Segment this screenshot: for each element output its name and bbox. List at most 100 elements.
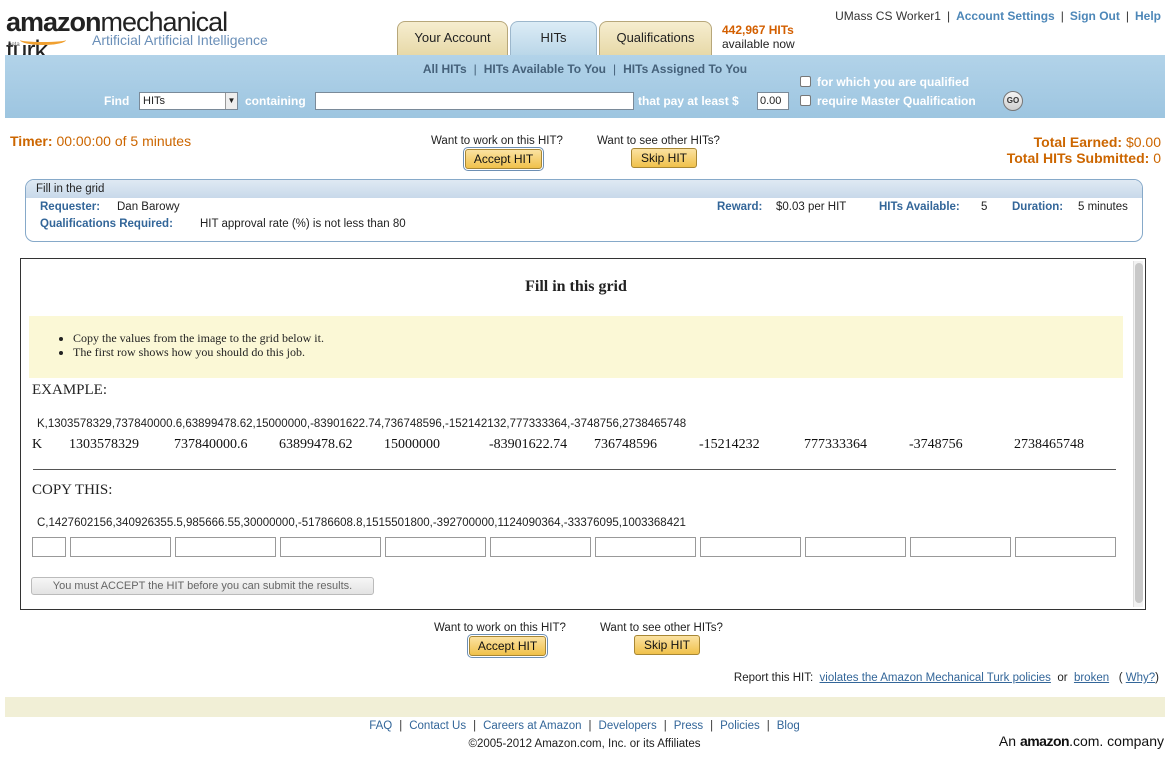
report-or: or (1057, 672, 1068, 684)
pay-input[interactable]: 0.00 (757, 92, 789, 110)
want-work-label-bottom: Want to work on this HIT? (434, 622, 566, 634)
copyright: ©2005-2012 Amazon.com, Inc. or its Affil… (468, 738, 701, 750)
qualifications-value: HIT approval rate (%) is not less than 8… (200, 218, 406, 230)
grid-input-cell[interactable] (595, 537, 696, 557)
find-select[interactable]: HITs ▼ (139, 92, 238, 110)
scrollbar-thumb[interactable] (1135, 263, 1143, 603)
containing-label: containing (245, 94, 306, 108)
find-select-value: HITs (143, 95, 165, 107)
example-cell: 737840000.6 (174, 437, 248, 452)
tab-your-account[interactable]: Your Account (397, 21, 508, 55)
report-broken-link[interactable]: broken (1074, 672, 1109, 684)
footer-link-press[interactable]: Press (674, 720, 703, 732)
frame-scrollbar[interactable] (1133, 261, 1143, 607)
accept-hit-button-bottom[interactable]: Accept HIT (467, 634, 548, 658)
divider (33, 469, 1116, 470)
instructions-box: Copy the values from the image to the gr… (29, 316, 1123, 378)
hits-count-suffix: available now (722, 37, 795, 51)
report-policies-link[interactable]: violates the Amazon Mechanical Turk poli… (820, 672, 1051, 684)
company-prefix: An (998, 733, 1017, 749)
footer-band (5, 697, 1165, 717)
example-cell: 1303578329 (69, 437, 139, 452)
example-cell: 63899478.62 (279, 437, 353, 452)
help-link[interactable]: Help (1135, 9, 1161, 23)
grid-input-cell[interactable] (175, 537, 276, 557)
tab-hits[interactable]: HITs (510, 21, 597, 56)
report-label: Report this HIT: (733, 672, 814, 684)
company-suffix: .com. company (1069, 733, 1164, 749)
master-checkbox[interactable] (800, 95, 811, 106)
example-cell: -3748756 (909, 437, 963, 452)
subnav-assigned[interactable]: HITs Assigned To You (623, 62, 747, 76)
footer-link-faq[interactable]: FAQ (369, 720, 392, 732)
total-submitted-label: Total HITs Submitted: (1006, 150, 1150, 166)
example-raw-values: K,1303578329,737840000.6,63899478.62,150… (37, 418, 687, 430)
report-why-link[interactable]: Why? (1126, 672, 1155, 684)
totals: Total Earned: $0.00 Total HITs Submitted… (1007, 134, 1161, 166)
submit-disabled-button[interactable]: You must ACCEPT the HIT before you can s… (31, 577, 374, 595)
sign-out-link[interactable]: Sign Out (1070, 9, 1120, 23)
example-cell: 777333364 (804, 437, 867, 452)
grid-input-cell[interactable] (32, 537, 66, 557)
want-other-label-bottom: Want to see other HITs? (600, 622, 723, 634)
tab-qualifications[interactable]: Qualifications (599, 21, 712, 55)
requester-name[interactable]: Dan Barowy (117, 201, 180, 213)
hit-info-box: Fill in the grid Requester: Dan Barowy R… (25, 179, 1143, 242)
timer-value: 00:00:00 of 5 minutes (56, 133, 192, 149)
mturk-logo[interactable]: amazonmechanical turk Artificial Artific… (6, 7, 268, 64)
example-cell: K (32, 437, 43, 452)
reward-value: $0.03 per HIT (776, 201, 847, 213)
available-label: HITs Available: (879, 201, 960, 213)
footer-link-blog[interactable]: Blog (777, 720, 800, 732)
go-button[interactable]: GO (1003, 91, 1023, 111)
hit-frame: Fill in this grid Copy the values from t… (20, 258, 1146, 610)
grid-input-cell[interactable] (70, 537, 171, 557)
example-cell: 15000000 (384, 437, 440, 452)
hits-available-count: 442,967 HITs available now (722, 23, 795, 51)
footer-link-developers[interactable]: Developers (599, 720, 657, 732)
example-cell: -83901622.74 (489, 437, 568, 452)
grid-input-cell[interactable] (805, 537, 906, 557)
grid-input-cell[interactable] (1015, 537, 1116, 557)
instructions-list: Copy the values from the image to the gr… (73, 331, 324, 359)
subnav-all-hits[interactable]: All HITs (423, 62, 467, 76)
skip-hit-button[interactable]: Skip HIT (631, 148, 697, 168)
search-input[interactable] (315, 92, 634, 110)
hits-subnav: All HITs | HITs Available To You | HITs Assi… (422, 62, 748, 76)
total-earned-value: $0.00 (1125, 134, 1161, 150)
user-name: UMass CS Worker1 (835, 9, 941, 23)
footer-link-policies[interactable]: Policies (720, 720, 760, 732)
master-label: require Master Qualification (817, 94, 976, 108)
qualifications-label: Qualifications Required: (40, 218, 173, 230)
footer-link-contact[interactable]: Contact Us (409, 720, 466, 732)
instruction-item: Copy the values from the image to the gr… (73, 331, 324, 345)
timer-label: Timer: (10, 133, 53, 149)
example-cell: 2738465748 (1014, 437, 1084, 452)
report-hit: Report this HIT: violates the Amazon Mec… (733, 672, 1159, 684)
grid-input-cell[interactable] (700, 537, 801, 557)
amazon-company-logo: An amazon.com. company (999, 733, 1164, 749)
beta-label: beta (8, 42, 20, 48)
total-submitted-value: 0 (1153, 150, 1161, 166)
footer-link-careers[interactable]: Careers at Amazon (483, 720, 581, 732)
grid-input-cell[interactable] (490, 537, 591, 557)
logo-brand: amazon (6, 7, 102, 37)
example-heading: EXAMPLE: (32, 382, 107, 398)
grid-input-cell[interactable] (280, 537, 381, 557)
account-settings-link[interactable]: Account Settings (956, 9, 1055, 23)
total-earned-label: Total Earned: (1033, 134, 1123, 150)
grid-input-cell[interactable] (910, 537, 1011, 557)
accept-hit-button[interactable]: Accept HIT (463, 147, 544, 171)
grid-input-cell[interactable] (385, 537, 486, 557)
hits-count-value: 442,967 HITs (722, 23, 794, 37)
copy-heading: COPY THIS: (32, 482, 113, 498)
example-cell: -15214232 (699, 437, 760, 452)
company-brand: amazon (1019, 733, 1070, 749)
want-other-label: Want to see other HITs? (597, 135, 720, 147)
search-band: All HITs | HITs Available To You | HITs Assi… (5, 55, 1165, 118)
instruction-item: The first row shows how you should do th… (73, 345, 324, 359)
qualified-checkbox[interactable] (800, 76, 811, 87)
skip-hit-button-bottom[interactable]: Skip HIT (634, 635, 700, 655)
requester-label: Requester: (40, 201, 101, 213)
subnav-available[interactable]: HITs Available To You (484, 62, 606, 76)
